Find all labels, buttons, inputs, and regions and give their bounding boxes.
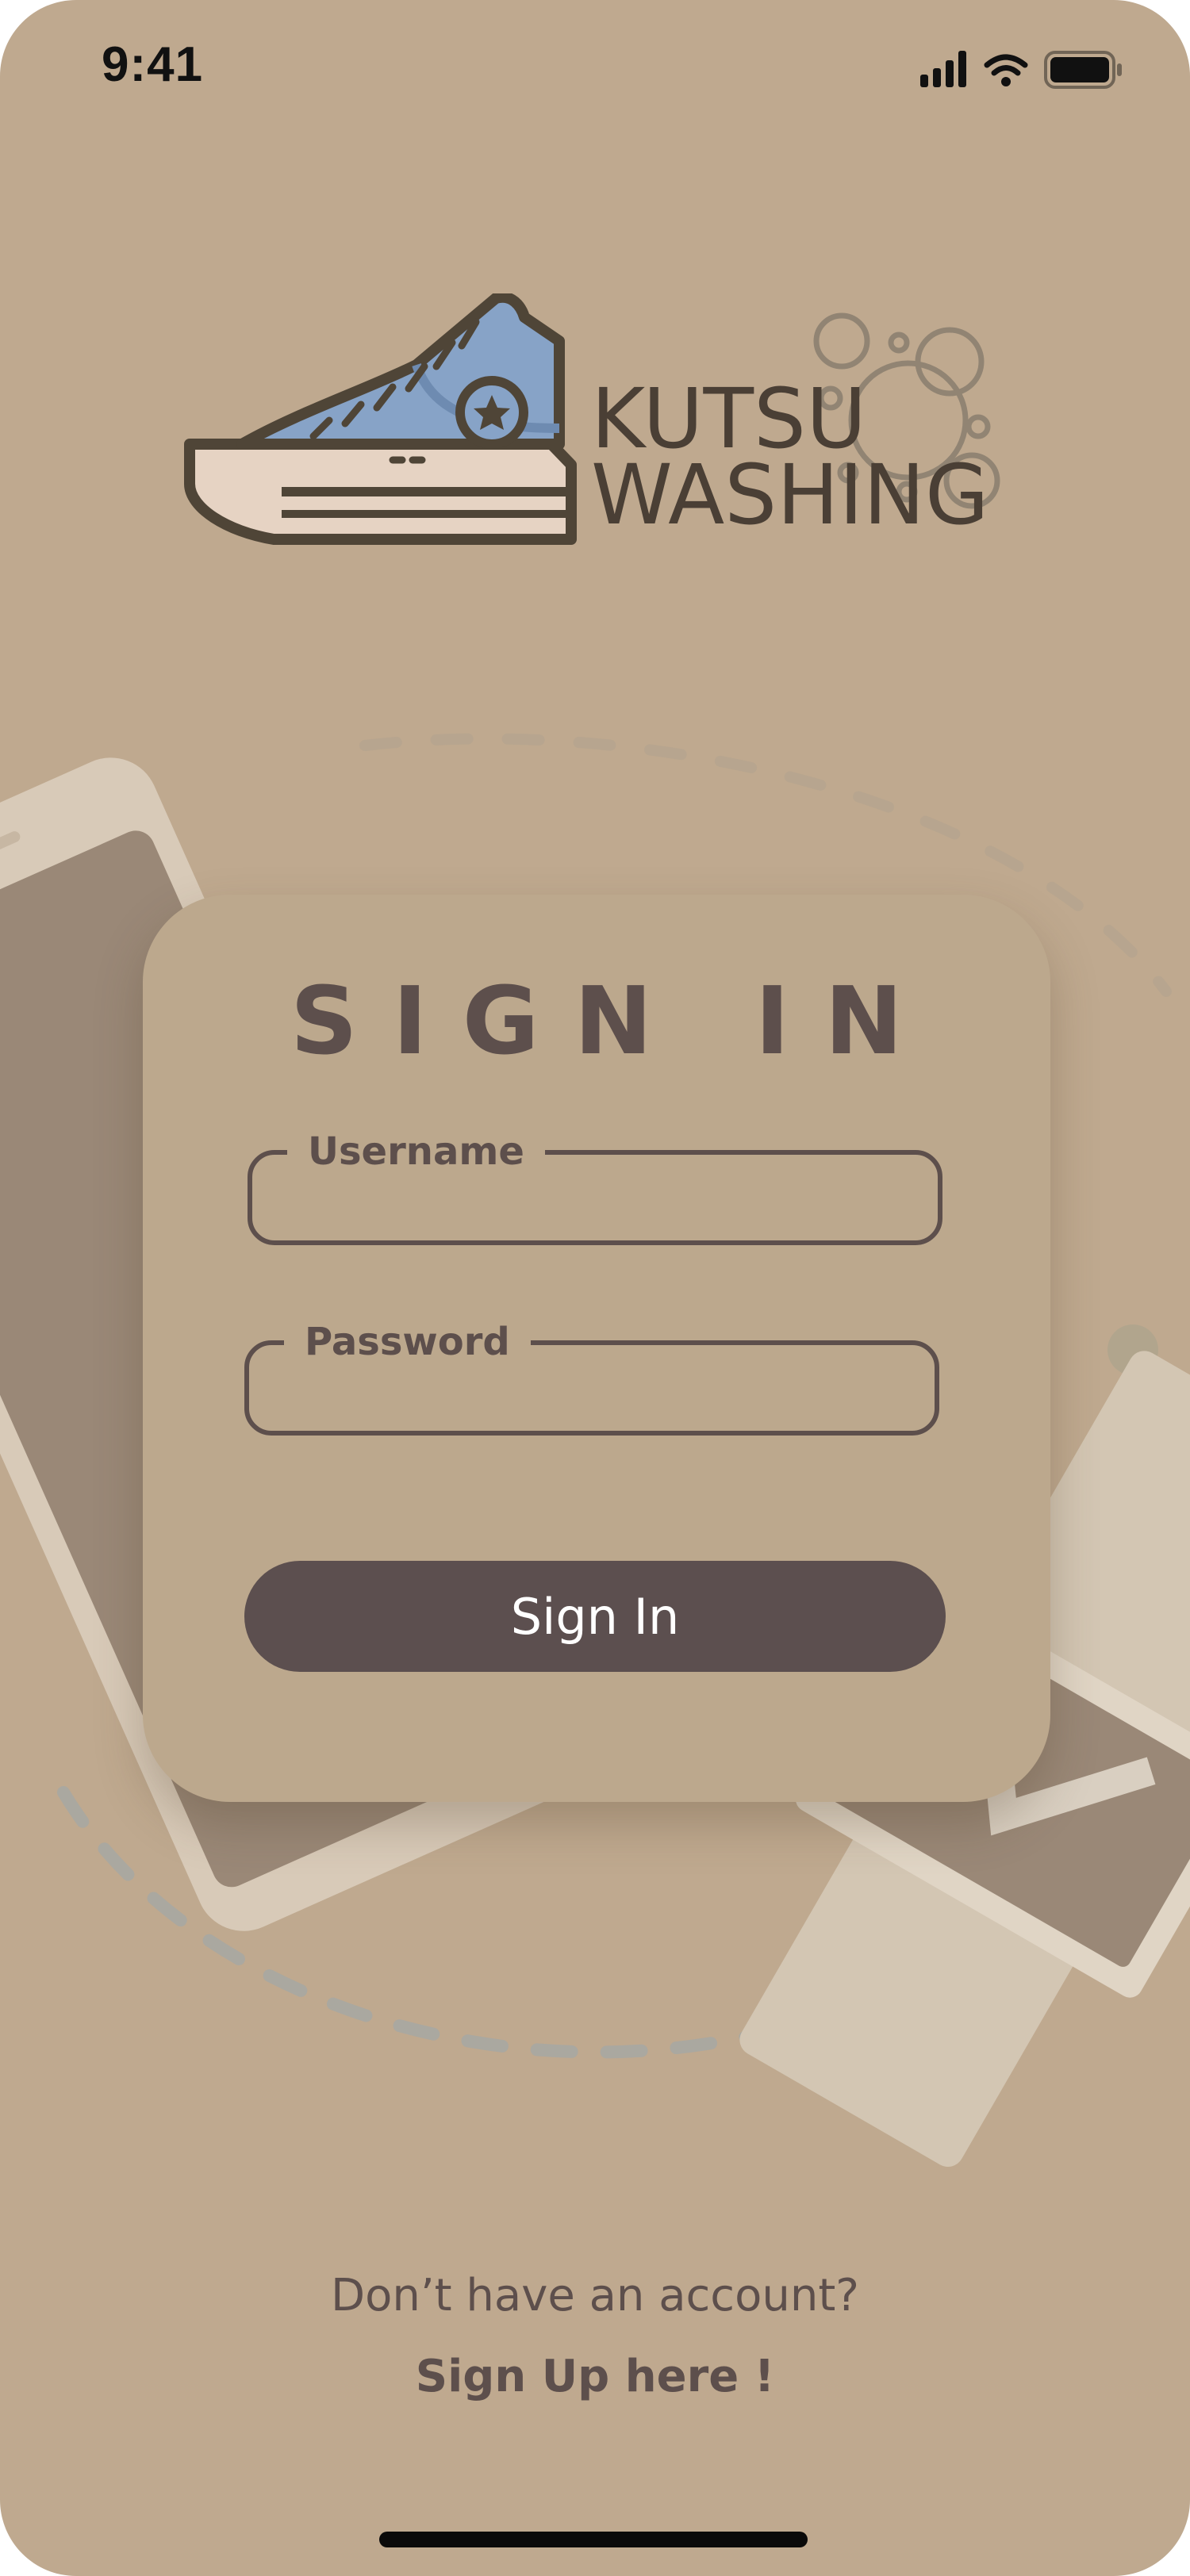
password-label: Password [284, 1317, 531, 1367]
battery-icon [1044, 51, 1122, 89]
username-field[interactable]: Username [248, 1126, 942, 1245]
username-label: Username [287, 1126, 545, 1177]
sign-up-link[interactable]: Sign Up here ! [0, 2351, 1190, 2402]
brand-name: KUTSU WASHING [591, 370, 989, 543]
home-indicator[interactable] [379, 2532, 808, 2547]
wifi-icon [984, 54, 1028, 86]
sneaker-icon [184, 293, 577, 545]
password-field[interactable]: Password [244, 1317, 939, 1436]
status-time: 9:41 [102, 37, 204, 92]
status-icons [920, 51, 1122, 89]
brand-name-line2: WASHING [591, 447, 989, 543]
sign-in-screen: 9:41 KUTSU WASHING SIGN IN Username Pass… [0, 0, 1190, 2576]
sign-in-title: SIGN IN [290, 966, 939, 1075]
sign-in-button[interactable]: Sign In [244, 1561, 946, 1672]
brand-name-line1: KUTSU [591, 370, 867, 467]
cellular-signal-icon [920, 51, 966, 87]
signup-prompt: Don’t have an account? [330, 2270, 860, 2321]
password-input[interactable] [273, 1361, 919, 1421]
username-input[interactable] [276, 1171, 922, 1231]
